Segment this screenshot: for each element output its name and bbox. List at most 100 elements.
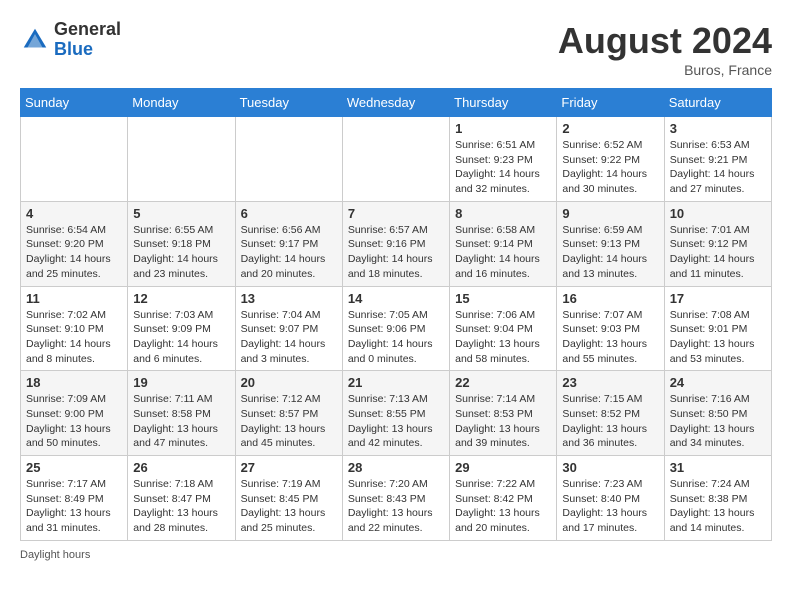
calendar-cell: 27 Sunrise: 7:19 AMSunset: 8:45 PMDayligh… — [235, 456, 342, 541]
calendar-cell: 8Sunrise: 6:58 AMSunset: 9:14 PMDaylight… — [450, 201, 557, 286]
day-info: Sunrise: 6:54 AMSunset: 9:20 PMDaylight:… — [26, 223, 122, 282]
calendar: SundayMondayTuesdayWednesdayThursdayFrid… — [20, 88, 772, 541]
day-number: 7 — [348, 206, 444, 221]
weekday-header-monday: Monday — [128, 89, 235, 117]
calendar-cell: 20Sunrise: 7:12 AMSunset: 8:57 PMDayligh… — [235, 371, 342, 456]
calendar-cell: 28Sunrise: 7:20 AMSunset: 8:43 PMDayligh… — [342, 456, 449, 541]
day-info: Sunrise: 7:19 AMSunset: 8:45 PMDaylight:… — [241, 477, 337, 536]
day-number: 18 — [26, 375, 122, 390]
day-info: Sunrise: 7:24 AMSunset: 8:38 PMDaylight:… — [670, 477, 766, 536]
day-number: 11 — [26, 291, 122, 306]
calendar-cell: 25Sunrise: 7:17 AMSunset: 8:49 PMDayligh… — [21, 456, 128, 541]
logo-icon — [20, 25, 50, 55]
day-info: Sunrise: 7:01 AMSunset: 9:12 PMDaylight:… — [670, 223, 766, 282]
day-info: Sunrise: 7:05 AMSunset: 9:06 PMDaylight:… — [348, 308, 444, 367]
day-info: Sunrise: 7:13 AMSunset: 8:55 PMDaylight:… — [348, 392, 444, 451]
day-info: Sunrise: 7:14 AMSunset: 8:53 PMDaylight:… — [455, 392, 551, 451]
day-info: Sunrise: 7:11 AMSunset: 8:58 PMDaylight:… — [133, 392, 229, 451]
day-number: 1 — [455, 121, 551, 136]
calendar-cell: 16Sunrise: 7:07 AMSunset: 9:03 PMDayligh… — [557, 286, 664, 371]
day-info: Sunrise: 6:53 AMSunset: 9:21 PMDaylight:… — [670, 138, 766, 197]
day-number: 25 — [26, 460, 122, 475]
logo: General Blue — [20, 20, 121, 60]
day-info: Sunrise: 7:23 AMSunset: 8:40 PMDaylight:… — [562, 477, 658, 536]
weekday-header-sunday: Sunday — [21, 89, 128, 117]
day-number: 21 — [348, 375, 444, 390]
calendar-cell: 24 Sunrise: 7:16 AMSunset: 8:50 PMDayligh… — [664, 371, 771, 456]
day-info: Sunrise: 6:56 AMSunset: 9:17 PMDaylight:… — [241, 223, 337, 282]
day-number: 4 — [26, 206, 122, 221]
day-number: 30 — [562, 460, 658, 475]
day-info: Sunrise: 6:58 AMSunset: 9:14 PMDaylight:… — [455, 223, 551, 282]
calendar-cell — [128, 117, 235, 202]
day-info: Sunrise: 6:59 AMSunset: 9:13 PMDaylight:… — [562, 223, 658, 282]
calendar-cell — [21, 117, 128, 202]
day-number: 20 — [241, 375, 337, 390]
calendar-cell: 6 Sunrise: 6:56 AMSunset: 9:17 PMDaylight… — [235, 201, 342, 286]
weekday-header-wednesday: Wednesday — [342, 89, 449, 117]
calendar-week-row: 4 Sunrise: 6:54 AMSunset: 9:20 PMDaylight… — [21, 201, 772, 286]
calendar-cell: 18Sunrise: 7:09 AMSunset: 9:00 PMDayligh… — [21, 371, 128, 456]
day-number: 13 — [241, 291, 337, 306]
calendar-cell: 26Sunrise: 7:18 AMSunset: 8:47 PMDayligh… — [128, 456, 235, 541]
day-info: Sunrise: 6:55 AMSunset: 9:18 PMDaylight:… — [133, 223, 229, 282]
day-number: 29 — [455, 460, 551, 475]
weekday-header-saturday: Saturday — [664, 89, 771, 117]
month-year: August 2024 — [558, 20, 772, 62]
calendar-cell: 29 Sunrise: 7:22 AMSunset: 8:42 PMDayligh… — [450, 456, 557, 541]
day-number: 31 — [670, 460, 766, 475]
day-number: 6 — [241, 206, 337, 221]
calendar-cell: 11 Sunrise: 7:02 AMSunset: 9:10 PMDayligh… — [21, 286, 128, 371]
calendar-cell: 30 Sunrise: 7:23 AMSunset: 8:40 PMDayligh… — [557, 456, 664, 541]
day-number: 17 — [670, 291, 766, 306]
day-number: 22 — [455, 375, 551, 390]
footer-note: Daylight hours — [20, 549, 772, 561]
header: General Blue August 2024 Buros, France — [20, 20, 772, 78]
day-number: 10 — [670, 206, 766, 221]
day-info: Sunrise: 7:20 AMSunset: 8:43 PMDaylight:… — [348, 477, 444, 536]
day-number: 9 — [562, 206, 658, 221]
calendar-cell — [342, 117, 449, 202]
day-info: Sunrise: 7:22 AMSunset: 8:42 PMDaylight:… — [455, 477, 551, 536]
title-area: August 2024 Buros, France — [558, 20, 772, 78]
weekday-header-row: SundayMondayTuesdayWednesdayThursdayFrid… — [21, 89, 772, 117]
day-info: Sunrise: 7:02 AMSunset: 9:10 PMDaylight:… — [26, 308, 122, 367]
day-info: Sunrise: 7:08 AMSunset: 9:01 PMDaylight:… — [670, 308, 766, 367]
day-number: 19 — [133, 375, 229, 390]
calendar-week-row: 18Sunrise: 7:09 AMSunset: 9:00 PMDayligh… — [21, 371, 772, 456]
calendar-cell: 4 Sunrise: 6:54 AMSunset: 9:20 PMDaylight… — [21, 201, 128, 286]
logo-text: General Blue — [54, 20, 121, 60]
day-number: 15 — [455, 291, 551, 306]
day-number: 14 — [348, 291, 444, 306]
calendar-cell: 15 Sunrise: 7:06 AMSunset: 9:04 PMDayligh… — [450, 286, 557, 371]
day-info: Sunrise: 6:51 AMSunset: 9:23 PMDaylight:… — [455, 138, 551, 197]
calendar-cell: 19 Sunrise: 7:11 AMSunset: 8:58 PMDayligh… — [128, 371, 235, 456]
calendar-cell: 14 Sunrise: 7:05 AMSunset: 9:06 PMDayligh… — [342, 286, 449, 371]
day-number: 2 — [562, 121, 658, 136]
day-number: 5 — [133, 206, 229, 221]
calendar-cell: 17 Sunrise: 7:08 AMSunset: 9:01 PMDayligh… — [664, 286, 771, 371]
day-number: 27 — [241, 460, 337, 475]
day-info: Sunrise: 6:52 AMSunset: 9:22 PMDaylight:… — [562, 138, 658, 197]
calendar-cell — [235, 117, 342, 202]
calendar-cell: 13 Sunrise: 7:04 AMSunset: 9:07 PMDayligh… — [235, 286, 342, 371]
calendar-cell: 12Sunrise: 7:03 AMSunset: 9:09 PMDayligh… — [128, 286, 235, 371]
calendar-cell: 1 Sunrise: 6:51 AMSunset: 9:23 PMDaylight… — [450, 117, 557, 202]
calendar-cell: 23 Sunrise: 7:15 AMSunset: 8:52 PMDayligh… — [557, 371, 664, 456]
calendar-cell: 5 Sunrise: 6:55 AMSunset: 9:18 PMDaylight… — [128, 201, 235, 286]
day-number: 24 — [670, 375, 766, 390]
day-info: Sunrise: 7:04 AMSunset: 9:07 PMDaylight:… — [241, 308, 337, 367]
calendar-cell: 3Sunrise: 6:53 AMSunset: 9:21 PMDaylight… — [664, 117, 771, 202]
day-info: Sunrise: 7:03 AMSunset: 9:09 PMDaylight:… — [133, 308, 229, 367]
day-info: Sunrise: 7:06 AMSunset: 9:04 PMDaylight:… — [455, 308, 551, 367]
calendar-cell: 7Sunrise: 6:57 AMSunset: 9:16 PMDaylight… — [342, 201, 449, 286]
day-info: Sunrise: 7:16 AMSunset: 8:50 PMDaylight:… — [670, 392, 766, 451]
day-number: 23 — [562, 375, 658, 390]
weekday-header-thursday: Thursday — [450, 89, 557, 117]
day-info: Sunrise: 7:15 AMSunset: 8:52 PMDaylight:… — [562, 392, 658, 451]
day-number: 26 — [133, 460, 229, 475]
calendar-cell: 22 Sunrise: 7:14 AMSunset: 8:53 PMDayligh… — [450, 371, 557, 456]
weekday-header-friday: Friday — [557, 89, 664, 117]
location: Buros, France — [558, 62, 772, 78]
calendar-cell: 2 Sunrise: 6:52 AMSunset: 9:22 PMDaylight… — [557, 117, 664, 202]
